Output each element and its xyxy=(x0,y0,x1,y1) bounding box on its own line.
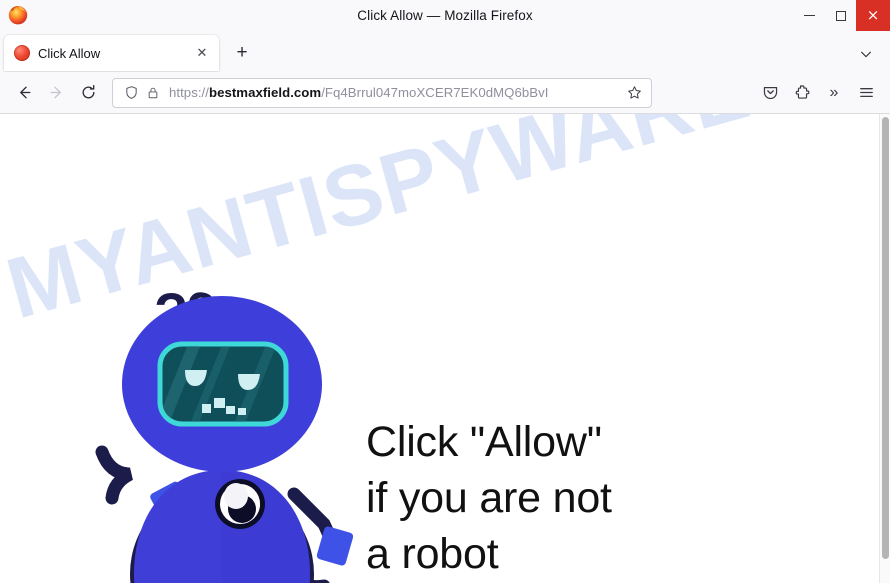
headline-line-2: if you are not xyxy=(366,474,612,522)
url-scheme: https:// xyxy=(169,84,209,100)
back-arrow-icon xyxy=(19,86,30,99)
title-bar: Click Allow — Mozilla Firefox × xyxy=(0,0,890,31)
minimize-button[interactable] xyxy=(794,0,825,31)
firefox-window: Click Allow — Mozilla Firefox × Click Al… xyxy=(0,0,890,583)
url-host: bestmaxfield.com xyxy=(208,84,322,100)
hamburger-menu-icon xyxy=(859,88,873,97)
star-outline-icon xyxy=(627,86,641,99)
forward-button[interactable] xyxy=(40,77,72,109)
chevron-down-icon xyxy=(861,51,871,58)
save-to-pocket-button[interactable] xyxy=(754,77,786,109)
tab-close-icon[interactable]: ✕ xyxy=(193,44,211,62)
headline-line-1: Click "Allow" xyxy=(366,418,602,466)
url-bar[interactable]: https://bestmaxfield.com/Fq4Brrul047moXC… xyxy=(112,77,652,108)
overflow-chevrons-icon: » xyxy=(829,83,839,101)
page-content: MYANTISPYWARE.COM ? ? xyxy=(0,114,890,583)
new-tab-button[interactable]: + xyxy=(227,38,257,68)
window-title: Click Allow — Mozilla Firefox xyxy=(357,8,533,23)
robot-chest-light xyxy=(215,479,265,529)
close-icon: × xyxy=(866,6,880,24)
maximize-icon xyxy=(835,10,846,21)
window-controls: × xyxy=(794,0,890,31)
back-button[interactable] xyxy=(8,77,40,109)
headline-line-3: a robot xyxy=(366,530,499,578)
page-headline: Click "Allow" if you are not a robot xyxy=(366,414,612,582)
reload-icon xyxy=(82,85,94,99)
site-favicon xyxy=(14,45,30,61)
forward-arrow-icon xyxy=(50,86,61,99)
extensions-button[interactable] xyxy=(786,77,818,109)
navigation-toolbar: https://bestmaxfield.com/Fq4Brrul047moXC… xyxy=(0,72,890,114)
tab-label: Click Allow xyxy=(38,45,101,61)
close-button[interactable]: × xyxy=(856,0,890,31)
reload-button[interactable] xyxy=(72,77,104,109)
tab-strip: Click Allow ✕ + xyxy=(0,31,890,72)
firefox-logo-icon xyxy=(6,3,30,27)
url-path: /Fq4Brrul047moXCER7EK0dMQ6bBvI xyxy=(321,84,549,100)
bookmark-star-button[interactable] xyxy=(623,85,645,100)
tab-click-allow[interactable]: Click Allow ✕ xyxy=(4,35,219,71)
toolbar-right-group: » xyxy=(754,77,882,109)
app-menu-button[interactable] xyxy=(850,77,882,109)
url-text[interactable]: https://bestmaxfield.com/Fq4Brrul047moXC… xyxy=(169,79,623,107)
minimize-icon xyxy=(804,15,815,16)
padlock-icon[interactable] xyxy=(143,86,163,100)
maximize-button[interactable] xyxy=(825,0,856,31)
extensions-puzzle-icon xyxy=(795,85,809,99)
scrollbar-thumb[interactable] xyxy=(882,117,889,559)
overflow-menu-button[interactable]: » xyxy=(818,77,850,109)
page-scrollbar[interactable] xyxy=(879,114,890,583)
list-all-tabs-button[interactable] xyxy=(854,42,878,66)
shield-icon[interactable] xyxy=(121,85,141,100)
confused-robot-illustration: ? ? xyxy=(62,274,382,583)
save-to-pocket-icon xyxy=(763,87,777,100)
